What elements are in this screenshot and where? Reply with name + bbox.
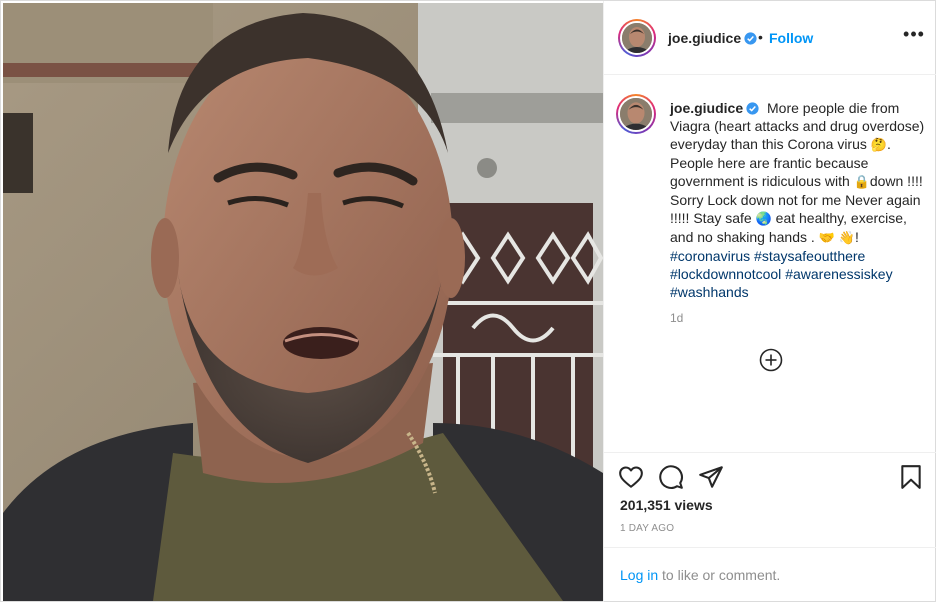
verified-badge-icon	[746, 102, 759, 115]
login-prompt-text: Log in to like or comment.	[620, 567, 780, 583]
comments-section: joe.giudice More people die from Viagra …	[604, 76, 936, 452]
author-username-text: joe.giudice	[668, 30, 742, 46]
caption-age[interactable]: 1d	[670, 311, 683, 325]
thinking-emoji: 🤔	[870, 137, 887, 152]
load-more-comments-icon[interactable]	[759, 348, 783, 372]
post-timestamp: 1 DAY AGO	[620, 523, 675, 534]
comment-icon[interactable]	[658, 464, 684, 490]
bookmark-icon[interactable]	[898, 464, 924, 490]
post-video[interactable]	[3, 3, 603, 601]
post-sidebar: joe.giudice • Follow ••• joe.giudice Mor…	[603, 1, 936, 602]
hashtag-link[interactable]: #coronavirus	[670, 248, 750, 264]
follow-button[interactable]: Follow	[769, 30, 813, 46]
action-bar	[604, 452, 936, 502]
wave-emoji: 👋	[838, 230, 855, 245]
login-prompt: Log in to like or comment.	[604, 547, 936, 602]
hashtag-link[interactable]: #staysafeoutthere	[754, 248, 865, 264]
login-link[interactable]: Log in	[620, 567, 658, 583]
hashtag-link[interactable]: #awarenessiskey	[785, 266, 892, 282]
instagram-post: joe.giudice • Follow ••• joe.giudice Mor…	[0, 0, 936, 602]
author-username[interactable]: joe.giudice	[668, 30, 757, 46]
lock-emoji: 🔒	[853, 174, 870, 189]
heart-icon[interactable]	[618, 464, 644, 490]
caption-username-text: joe.giudice	[670, 100, 744, 116]
login-rest-text: to like or comment.	[658, 567, 781, 583]
video-frame-illustration	[3, 3, 603, 601]
view-count[interactable]: 201,351 views	[620, 497, 713, 513]
caption-author-avatar[interactable]	[616, 94, 656, 134]
caption-username[interactable]: joe.giudice	[670, 100, 759, 116]
avatar-image	[620, 98, 652, 130]
verified-badge-icon	[744, 32, 757, 45]
caption-text-5: !	[854, 229, 859, 245]
globe-emoji: 🌏	[755, 211, 772, 226]
handshake-emoji: 🤝	[818, 230, 835, 245]
post-caption: joe.giudice More people die from Viagra …	[670, 99, 928, 301]
avatar-image	[622, 23, 652, 53]
author-avatar[interactable]	[618, 19, 656, 57]
header-separator: •	[758, 29, 763, 45]
hashtag-link[interactable]: #lockdownnotcool	[670, 266, 781, 282]
post-header: joe.giudice • Follow •••	[604, 1, 936, 75]
share-icon[interactable]	[698, 464, 724, 490]
hashtag-link[interactable]: #washhands	[670, 284, 749, 300]
more-options-icon[interactable]: •••	[902, 25, 926, 47]
